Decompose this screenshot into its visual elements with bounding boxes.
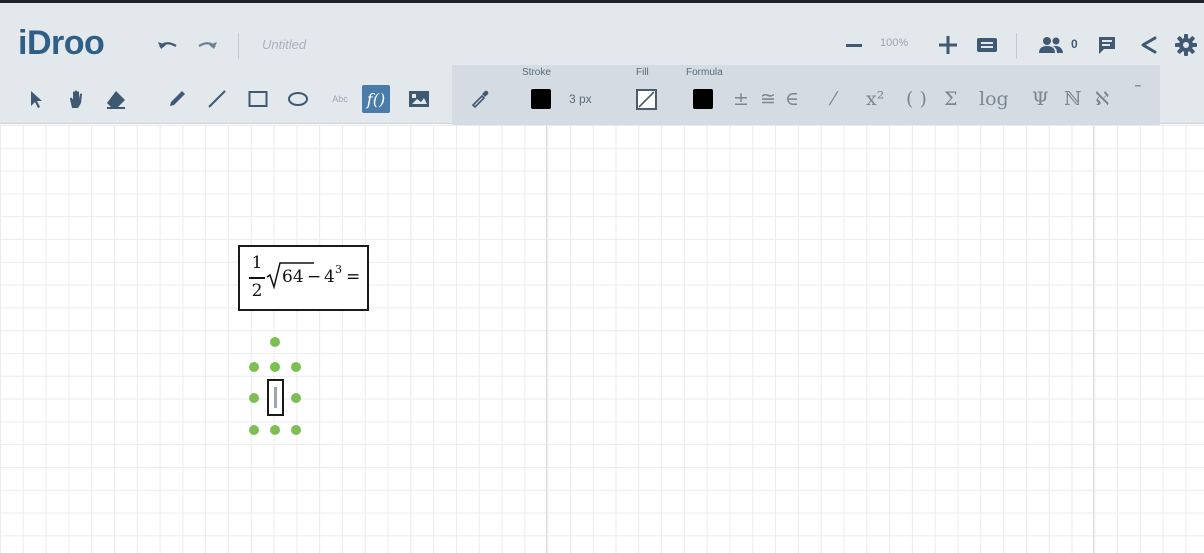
zoom-in-icon[interactable] (937, 34, 959, 56)
screen-icon[interactable] (975, 34, 999, 56)
line-tool-icon[interactable] (203, 85, 231, 113)
overline-symbol-button[interactable]: ¯ (1133, 81, 1143, 105)
stroke-width-value[interactable]: 3 px (569, 92, 592, 106)
naturals-symbol-button[interactable]: ℕ (1064, 87, 1081, 111)
eyedropper-icon[interactable] (466, 85, 494, 113)
app-logo: iDroo (18, 24, 105, 62)
ellipse-tool-icon[interactable] (284, 85, 312, 113)
select-arrow-icon[interactable] (22, 85, 50, 113)
power-base: 4 (324, 267, 335, 287)
resize-handle[interactable] (291, 425, 301, 435)
minus-sign: − (307, 267, 322, 287)
eraser-icon[interactable] (102, 85, 130, 113)
rectangle-tool-icon[interactable] (244, 85, 272, 113)
resize-handle[interactable] (291, 362, 301, 372)
resize-handle[interactable] (249, 425, 259, 435)
resize-handle[interactable] (270, 362, 280, 372)
formula-color-swatch[interactable] (693, 89, 713, 109)
log-symbol-button[interactable]: log (979, 87, 1009, 111)
formula-object[interactable]: 1 2 64 − 4 3 = (238, 245, 369, 311)
fill-label: Fill (636, 67, 649, 78)
resize-handle[interactable] (249, 393, 259, 403)
users-icon[interactable] (1037, 34, 1065, 56)
redo-icon[interactable] (195, 36, 219, 56)
undo-icon[interactable] (156, 36, 180, 56)
share-icon[interactable] (1137, 34, 1161, 56)
formula-label: Formula (686, 67, 723, 78)
plus-minus-symbol-button[interactable]: ± (733, 87, 749, 111)
divider (238, 33, 239, 59)
fraction-bar (249, 277, 265, 279)
whiteboard-canvas[interactable]: 1 2 64 − 4 3 = (0, 125, 1204, 553)
aleph-symbol-button[interactable]: ℵ (1095, 87, 1109, 111)
resize-handle[interactable] (249, 362, 259, 372)
sum-symbol-button[interactable]: Σ (944, 87, 957, 111)
resize-handle[interactable] (270, 425, 280, 435)
zoom-out-icon[interactable] (843, 35, 865, 57)
element-of-symbol-button[interactable]: ∈ (785, 87, 799, 111)
psi-symbol-button[interactable]: Ψ (1032, 87, 1049, 111)
formula-tool-icon[interactable]: f() (362, 85, 390, 113)
grid-major-line (546, 125, 547, 553)
hand-pan-icon[interactable] (63, 85, 91, 113)
chat-icon[interactable] (1095, 34, 1119, 56)
text-tool[interactable]: Abc (326, 85, 354, 113)
stroke-label: Stroke (522, 67, 551, 78)
user-count: 0 (1071, 37, 1078, 51)
zoom-level[interactable]: 100% (880, 37, 908, 49)
pencil-icon[interactable] (163, 85, 191, 113)
image-tool-icon[interactable] (405, 85, 433, 113)
properties-panel (452, 65, 1160, 127)
power-symbol-button[interactable]: x² (866, 87, 884, 111)
fraction-denominator: 2 (251, 281, 263, 301)
parentheses-symbol-button[interactable]: ( ) (906, 87, 927, 111)
fraction-symbol-button[interactable]: ⁄ (832, 87, 835, 111)
rotate-handle[interactable] (270, 337, 280, 347)
power-exponent: 3 (335, 263, 342, 276)
resize-handle[interactable] (291, 393, 301, 403)
divider (1016, 33, 1017, 59)
stroke-color-swatch[interactable] (531, 89, 551, 109)
grid-major-line (1093, 125, 1094, 553)
text-cursor (274, 387, 277, 408)
congruent-symbol-button[interactable]: ≅ (760, 87, 776, 111)
fraction-numerator: 1 (251, 253, 263, 273)
toolbar: iDroo Untitled 100% 0 Abc f() Stroke 3 p… (0, 0, 1204, 127)
idroo-app: iDroo Untitled 100% 0 Abc f() Stroke 3 p… (0, 0, 1204, 553)
radicand: 64 (282, 267, 304, 287)
document-title[interactable]: Untitled (262, 37, 306, 52)
fill-none-swatch[interactable] (636, 89, 657, 110)
equals-sign: = (346, 267, 361, 287)
settings-gear-icon[interactable] (1174, 34, 1198, 56)
